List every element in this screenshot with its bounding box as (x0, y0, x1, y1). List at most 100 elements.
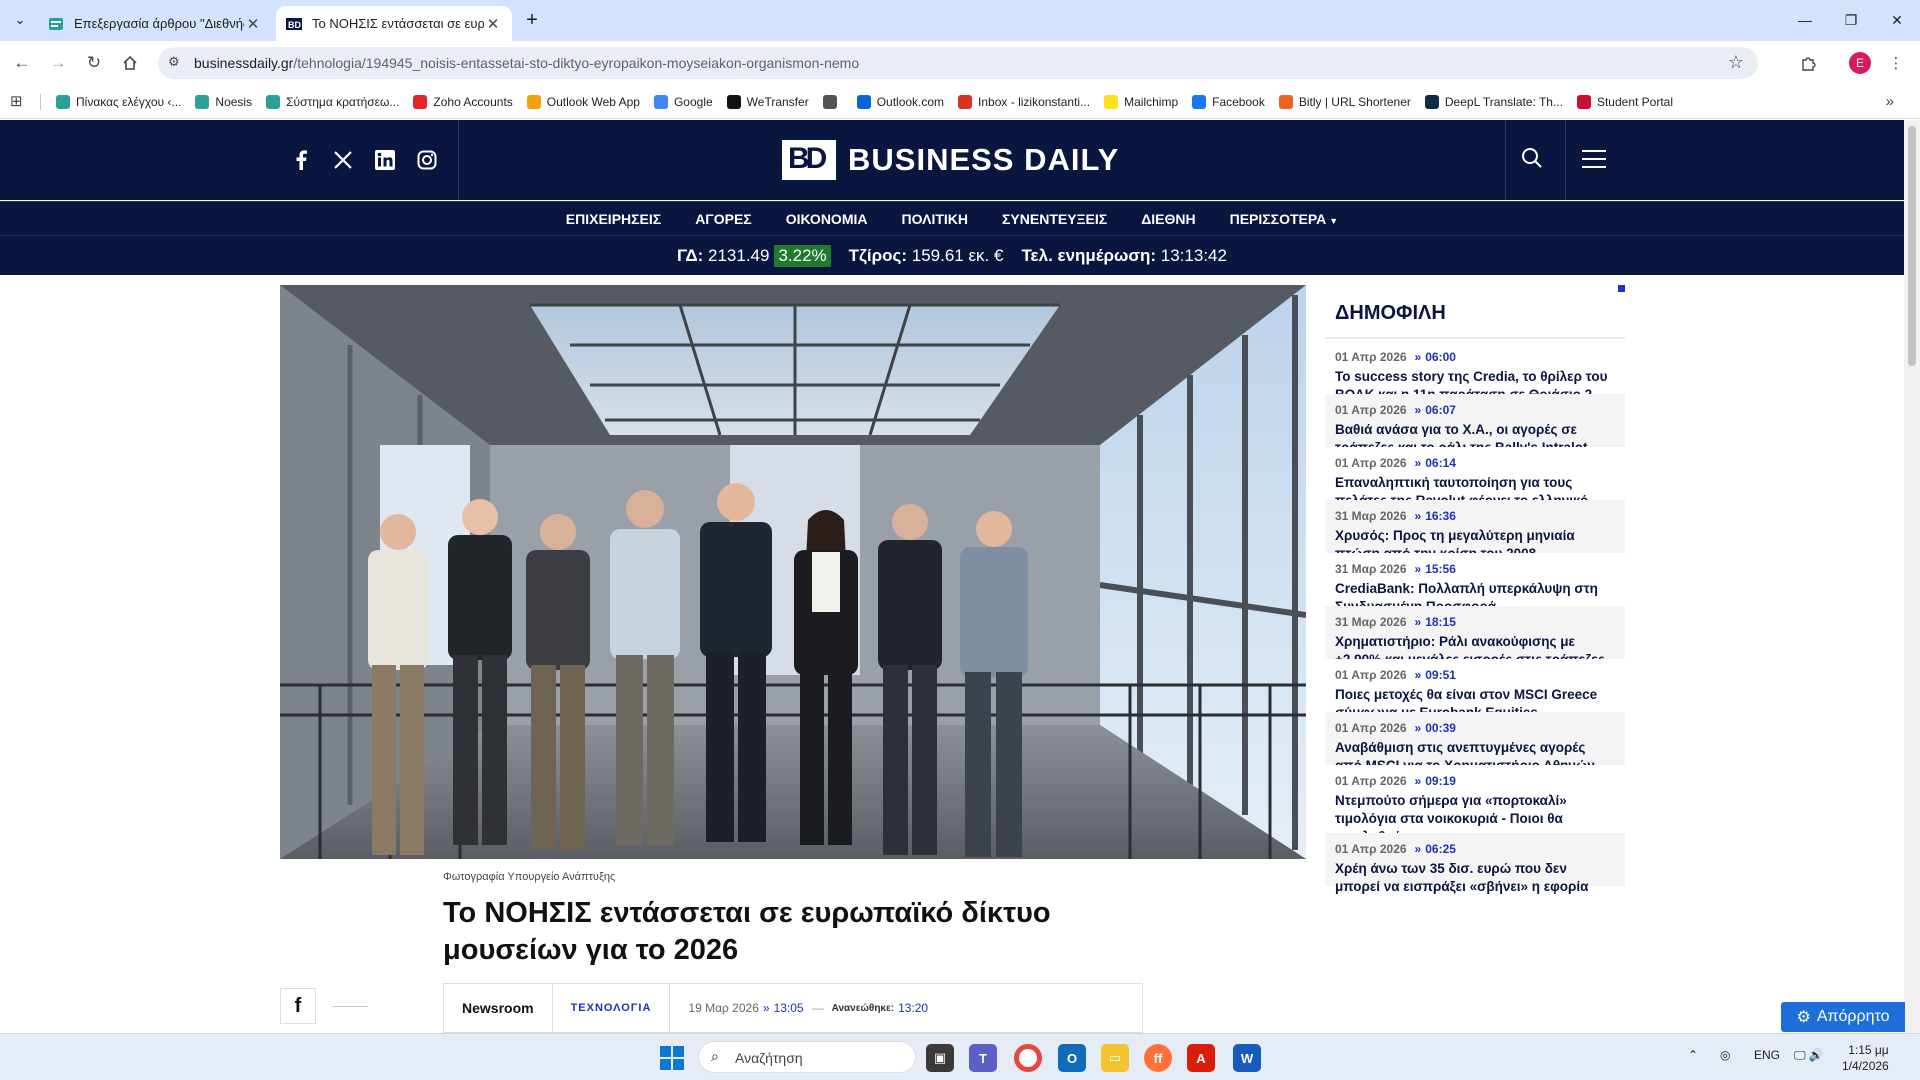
nav-more-dropdown[interactable]: ΠΕΡΙΣΣΟΤΕΡΑ ▼ (1230, 211, 1339, 227)
chrome-icon[interactable] (1014, 1044, 1042, 1072)
taskbar-search[interactable]: ⌕ Αναζήτηση (698, 1041, 916, 1073)
bookmark-item[interactable]: Σύστημα κρατήσεω... (266, 95, 399, 109)
bookmark-item[interactable]: Outlook.com (856, 95, 944, 109)
bookmark-item[interactable]: Outlook Web App (526, 95, 640, 109)
reload-icon[interactable]: ↻ (80, 49, 108, 77)
nav-markets[interactable]: ΑΓΟΡΕΣ (695, 211, 752, 227)
scrollbar-thumb[interactable] (1908, 126, 1916, 366)
outlook-icon[interactable]: O (1058, 1044, 1086, 1072)
portal-icon (1576, 95, 1591, 109)
popular-article-item[interactable]: 01 Απρ 2026» 06:07 Βαθιά ανάσα για το Χ.Α.… (1325, 394, 1625, 455)
nav-business[interactable]: ΕΠΙΧΕΙΡΗΣΕΙΣ (566, 211, 661, 227)
x-twitter-icon[interactable] (329, 146, 357, 174)
outlook-icon (856, 95, 871, 109)
site-search-icon[interactable] (1520, 146, 1548, 174)
tray-overflow-chevron-icon[interactable]: ⌃ (1688, 1048, 1698, 1062)
windows-taskbar: ⌕ Αναζήτηση ▣ T O ▭ ff A W ⌃ ◎ ENG 🖵 🔊 1… (0, 1033, 1920, 1080)
popular-time: 16:36 (1425, 509, 1456, 523)
bookmark-item[interactable]: Mailchimp (1104, 95, 1178, 109)
address-bar[interactable]: ⚙ businessdaily.gr/tehnologia/194945_noi… (158, 47, 1758, 79)
bookmark-star-icon[interactable]: ☆ (1728, 52, 1744, 73)
double-chevron-icon: » (1414, 668, 1422, 682)
browser-menu-kebab-icon[interactable]: ⋮ (1882, 49, 1910, 77)
hamburger-menu-icon[interactable] (1582, 150, 1606, 170)
linkedin-icon[interactable] (371, 146, 399, 174)
bookmark-label: Outlook Web App (546, 95, 640, 109)
word-icon[interactable]: W (1233, 1044, 1261, 1072)
bookmark-item[interactable] (822, 95, 843, 109)
windows-start-icon[interactable] (660, 1046, 684, 1070)
nav-interviews[interactable]: ΣΥΝΕΝΤΕΥΞΕΙΣ (1002, 211, 1107, 227)
firefox-icon[interactable]: ff (1144, 1044, 1172, 1072)
article-author[interactable]: Newsroom (444, 984, 553, 1032)
popular-article-item[interactable]: 01 Απρ 2026» 06:14 Επαναληπτική ταυτοποίησ… (1325, 447, 1625, 526)
restore-window-icon[interactable]: ❐ (1828, 0, 1874, 40)
nav-international[interactable]: ΔΙΕΘΝΗ (1141, 211, 1195, 227)
file-explorer-icon[interactable]: ▭ (1101, 1044, 1129, 1072)
bookmark-label: Student Portal (1596, 95, 1674, 109)
tab-close-icon[interactable]: ✕ (484, 15, 502, 33)
bookmark-item[interactable]: Noesis (195, 95, 252, 109)
extensions-puzzle-icon[interactable] (1794, 49, 1822, 77)
bookmark-item[interactable]: Bitly | URL Shortener (1278, 95, 1411, 109)
minimize-window-icon[interactable]: — (1782, 0, 1828, 40)
home-icon[interactable] (116, 49, 144, 77)
apps-grid-icon[interactable]: ⊞ (10, 92, 23, 110)
bookmark-item[interactable]: WeTransfer (726, 95, 809, 109)
instagram-icon[interactable] (413, 146, 441, 174)
bookmark-item[interactable]: Zoho Accounts (413, 95, 513, 109)
privacy-settings-button[interactable]: ⚙ Απόρρητο (1781, 1002, 1905, 1032)
popular-date-line: 01 Απρ 2026 » 09:51 (1335, 668, 1615, 682)
acrobat-icon[interactable]: A (1187, 1044, 1215, 1072)
masthead-divider (1565, 120, 1566, 200)
input-language[interactable]: ENG (1754, 1048, 1780, 1062)
bookmark-item[interactable]: Google (653, 95, 713, 109)
tab-close-icon[interactable]: ✕ (244, 15, 262, 33)
share-facebook-button[interactable]: f (280, 988, 316, 1024)
cms-favicon-icon (49, 17, 63, 30)
forward-arrow-icon[interactable]: → (44, 49, 72, 77)
popular-date: 01 Απρ 2026 (1335, 842, 1407, 856)
popular-article-item[interactable]: 01 Απρ 2026» 09:19 Ντεμπούτο σήμερα για «π… (1325, 765, 1625, 844)
browser-tab-edit-article[interactable]: Επεξεργασία άρθρου "Διεθνής ✕ (38, 6, 272, 41)
popular-article-item[interactable]: 31 Μαρ 2026» 18:15 Χρηματιστήριο: Ράλι ανα… (1325, 606, 1625, 667)
teams-icon[interactable]: T (969, 1044, 997, 1072)
article-category[interactable]: ΤΕΧΝΟΛΟΓΙΑ (553, 984, 671, 1032)
tray-app-icon[interactable]: ◎ (1720, 1048, 1730, 1062)
network-volume-icon[interactable]: 🖵 🔊 (1794, 1048, 1824, 1063)
close-window-icon[interactable]: ✕ (1874, 0, 1920, 40)
bookmark-item[interactable]: DeepL Translate: Th... (1424, 95, 1563, 109)
popular-article-item[interactable]: 01 Απρ 2026 » 06:25 Χρέη άνω των 35 δισ. ευ… (1325, 833, 1625, 894)
bookmark-item[interactable]: Πίνακας ελέγχου ‹... (56, 95, 181, 109)
task-view-icon[interactable]: ▣ (926, 1044, 954, 1072)
nav-politics[interactable]: ΠΟΛΙΤΙΚΗ (902, 211, 969, 227)
index-value: 2131.49 (708, 245, 770, 265)
taskbar-clock[interactable]: 1:15 μμ 1/4/2026 (1842, 1042, 1889, 1074)
nav-economy[interactable]: ΟΙΚΟΝΟΜΙΑ (786, 211, 868, 227)
bookmark-item[interactable]: Inbox - lizikonstanti... (958, 95, 1090, 109)
more-bookmarks-chevron-icon[interactable]: » (1886, 93, 1894, 110)
site-logo[interactable]: BD BUSINESS DAILY (782, 140, 1119, 180)
popular-date-line: 01 Απρ 2026 » 06:25 (1335, 842, 1615, 856)
noesis-icon (195, 95, 210, 109)
popular-article-item[interactable]: 31 Μαρ 2026» 15:56 CrediaBank: Πολλαπλή υπ… (1325, 553, 1625, 614)
back-arrow-icon[interactable]: ← (8, 49, 36, 77)
profile-avatar[interactable]: E (1846, 49, 1874, 77)
privacy-label: Απόρρητο (1816, 1008, 1890, 1025)
tab-search-chevron-icon[interactable]: ⌄ (8, 8, 32, 32)
popular-article-item[interactable]: 31 Μαρ 2026» 16:36 Χρυσός: Προς τη μεγαλύτ… (1325, 500, 1625, 561)
bookmark-item[interactable]: Facebook (1192, 95, 1265, 109)
facebook-icon[interactable] (287, 146, 315, 174)
popular-article-item[interactable]: 01 Απρ 2026» 09:51 Ποιες μετοχές θα είναι … (1325, 659, 1625, 720)
page-scrollbar[interactable] (1904, 120, 1920, 1033)
popular-article-item[interactable]: 01 Απρ 2026» 00:39 Αναβάθμιση στις ανεπτυγ… (1325, 712, 1625, 773)
bookmark-item[interactable]: Student Portal (1576, 95, 1674, 109)
popular-article-item[interactable]: 01 Απρ 2026» 06:00 Το success story της Cr… (1325, 341, 1625, 402)
turnover-label: Τζίρος: (848, 245, 907, 265)
site-info-icon[interactable]: ⚙ (168, 54, 180, 70)
bookmarks-bar: ⊞ Πίνακας ελέγχου ‹... Noesis Σύστημα κρατ… (0, 85, 1920, 119)
popular-date: 01 Απρ 2026 (1335, 668, 1407, 682)
new-tab-plus-icon[interactable]: + (520, 8, 544, 32)
browser-tab-active-article[interactable]: BD Το ΝΟΗΣΙΣ εντάσσεται σε ευρωπαϊκό δίκ… (276, 6, 512, 41)
photo-credit: Φωτογραφία Υπουργείο Ανάπτυξης (443, 871, 616, 883)
